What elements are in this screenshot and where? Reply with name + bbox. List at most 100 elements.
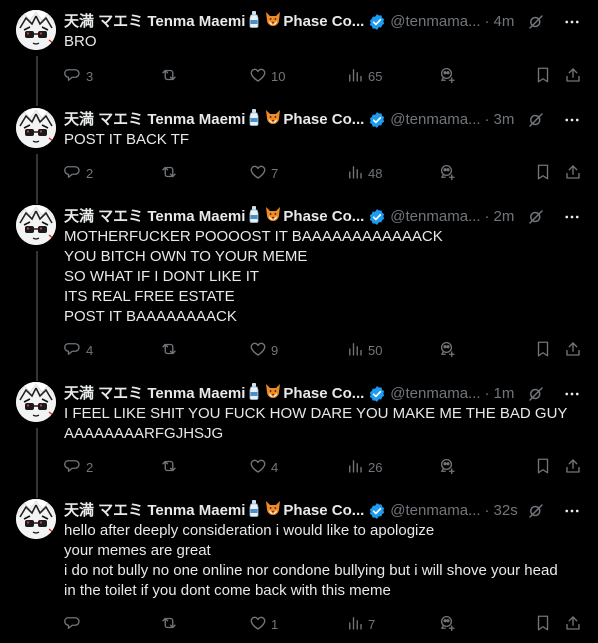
name-badge-text[interactable]: Phase Co...: [283, 501, 364, 521]
display-name[interactable]: 天満 マエミ Tenma Maemi: [64, 501, 245, 521]
view-count: 50: [368, 342, 383, 358]
grok-icon[interactable]: [526, 501, 546, 521]
name-badge-text[interactable]: Phase Co...: [283, 110, 364, 130]
bookmark-button[interactable]: [534, 457, 552, 477]
action-bar: 4 9 50: [64, 340, 584, 360]
grok-icon[interactable]: [526, 207, 546, 227]
avatar[interactable]: [16, 382, 56, 422]
repost-icon: [160, 614, 178, 635]
like-count: 9: [271, 342, 279, 358]
share-button[interactable]: [564, 66, 582, 86]
more-icon[interactable]: [562, 384, 582, 404]
like-count: 4: [271, 459, 279, 475]
tweet-text-line: POST IT BAAAAAAAACK: [64, 308, 237, 325]
timestamp[interactable]: 1m: [494, 384, 515, 404]
avatar[interactable]: [16, 205, 56, 245]
like-button[interactable]: 9: [249, 340, 278, 360]
share-button[interactable]: [564, 340, 582, 360]
repost-button[interactable]: [160, 340, 178, 360]
grok-explain-button[interactable]: [439, 163, 457, 183]
timestamp[interactable]: 2m: [494, 207, 515, 227]
reply-count: 4: [86, 342, 94, 358]
views-button[interactable]: 26: [346, 457, 382, 477]
timestamp[interactable]: 32s: [494, 501, 518, 521]
display-name[interactable]: 天満 マエミ Tenma Maemi: [64, 110, 245, 130]
name-badge-text[interactable]: Phase Co...: [283, 384, 364, 404]
grok-explain-button[interactable]: [439, 340, 457, 360]
display-name[interactable]: 天満 マエミ Tenma Maemi: [64, 384, 245, 404]
name-badge-text[interactable]: Phase Co...: [283, 207, 364, 227]
more-icon[interactable]: [562, 207, 582, 227]
tweet[interactable]: 天満 マエミ Tenma Maemi Phase Co... @tenmama.…: [0, 370, 598, 498]
bookmark-icon: [534, 66, 552, 87]
views-button[interactable]: 48: [346, 163, 382, 183]
grok-explain-icon: [439, 614, 457, 635]
tweet-text-line: hello after deeply consideration i would…: [64, 522, 435, 539]
views-icon: [346, 66, 364, 87]
tweet[interactable]: 天満 マエミ Tenma Maemi Phase Co... @tenmama.…: [0, 10, 598, 106]
tweet[interactable]: 天満 マエミ Tenma Maemi Phase Co... @tenmama.…: [0, 193, 598, 381]
avatar[interactable]: [16, 499, 56, 539]
share-icon: [564, 163, 582, 184]
bottle-emoji-icon: [246, 108, 262, 132]
tweet-text-line: MOTHERFUCKER POOOOST IT BAAAAAAAAAAAACK: [64, 228, 443, 245]
grok-icon[interactable]: [526, 12, 546, 32]
timestamp[interactable]: 4m: [494, 12, 515, 32]
repost-button[interactable]: [160, 163, 178, 183]
bookmark-icon: [534, 457, 552, 478]
tweet-text: I FEEL LIKE SHIT YOU FUCK HOW DARE YOU M…: [64, 404, 584, 444]
more-icon[interactable]: [562, 12, 582, 32]
heart-icon: [249, 163, 267, 184]
reply-button[interactable]: 2: [64, 457, 93, 477]
handle[interactable]: @tenmama...: [390, 384, 480, 404]
share-icon: [564, 340, 582, 361]
views-icon: [346, 457, 364, 478]
bookmark-button[interactable]: [534, 340, 552, 360]
views-button[interactable]: 65: [346, 66, 382, 86]
views-button[interactable]: 50: [346, 340, 382, 360]
views-button[interactable]: 7: [346, 614, 375, 634]
like-button[interactable]: 1: [249, 614, 278, 634]
avatar[interactable]: [16, 108, 56, 148]
handle[interactable]: @tenmama...: [390, 501, 480, 521]
handle[interactable]: @tenmama...: [390, 207, 480, 227]
more-icon[interactable]: [562, 110, 582, 130]
bookmark-button[interactable]: [534, 614, 552, 634]
reply-button[interactable]: 4: [64, 340, 93, 360]
bookmark-button[interactable]: [534, 163, 552, 183]
tweet[interactable]: 天満 マエミ Tenma Maemi Phase Co... @tenmama.…: [0, 487, 598, 643]
share-button[interactable]: [564, 163, 582, 183]
share-button[interactable]: [564, 614, 582, 634]
like-button[interactable]: 7: [249, 163, 278, 183]
grok-explain-button[interactable]: [439, 66, 457, 86]
reply-button[interactable]: [64, 614, 82, 634]
repost-button[interactable]: [160, 457, 178, 477]
handle[interactable]: @tenmama...: [390, 110, 480, 130]
like-button[interactable]: 10: [249, 66, 285, 86]
repost-button[interactable]: [160, 614, 178, 634]
repost-icon: [160, 457, 178, 478]
share-button[interactable]: [564, 457, 582, 477]
handle[interactable]: @tenmama...: [390, 12, 480, 32]
repost-button[interactable]: [160, 66, 178, 86]
grok-explain-button[interactable]: [439, 614, 457, 634]
like-button[interactable]: 4: [249, 457, 278, 477]
more-icon[interactable]: [562, 501, 582, 521]
action-bar: 1 7: [64, 614, 584, 634]
avatar[interactable]: [16, 10, 56, 50]
grok-icon[interactable]: [526, 384, 546, 404]
tweet-text: hello after deeply consideration i would…: [64, 521, 584, 601]
grok-explain-button[interactable]: [439, 457, 457, 477]
reply-count: 2: [86, 165, 94, 181]
display-name[interactable]: 天満 マエミ Tenma Maemi: [64, 12, 245, 32]
grok-icon[interactable]: [526, 110, 546, 130]
bottle-emoji-icon: [246, 382, 262, 406]
reply-button[interactable]: 2: [64, 163, 93, 183]
reply-button[interactable]: 3: [64, 66, 93, 86]
name-badge-text[interactable]: Phase Co...: [283, 12, 364, 32]
tweet[interactable]: 天満 マエミ Tenma Maemi Phase Co... @tenmama.…: [0, 96, 598, 204]
display-name[interactable]: 天満 マエミ Tenma Maemi: [64, 207, 245, 227]
tweet-header: 天満 マエミ Tenma Maemi Phase Co... @tenmama.…: [64, 382, 586, 406]
bookmark-button[interactable]: [534, 66, 552, 86]
timestamp[interactable]: 3m: [494, 110, 515, 130]
